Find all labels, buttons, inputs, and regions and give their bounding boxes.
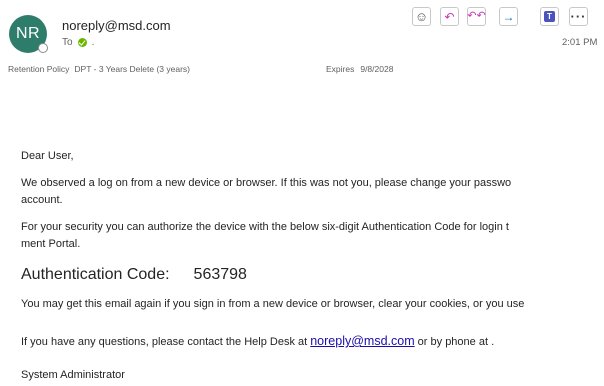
paragraph-2-line-1: For your security you can authorize the … (21, 221, 509, 233)
sender-address[interactable]: noreply@msd.com (62, 18, 171, 33)
more-icon: ··· (570, 9, 587, 24)
received-time: 2:01 PM (562, 37, 598, 48)
help-desk-email-link[interactable]: noreply@msd.com (310, 334, 414, 348)
to-recipient[interactable]: . (92, 37, 95, 48)
retention-label: Retention Policy (8, 64, 70, 74)
paragraph-2-line-2: ment Portal. (21, 238, 81, 250)
authentication-code: 563798 (193, 266, 247, 283)
paragraph-4-text: If you have any questions, please contac… (21, 336, 311, 348)
emoji-button[interactable]: ☺ (412, 7, 431, 26)
emoji-icon: ☺ (414, 9, 429, 24)
teams-button[interactable]: T (540, 7, 559, 26)
reply-all-button[interactable]: ↶↶ (467, 7, 486, 26)
code-label: Authentication Code: (21, 266, 170, 283)
more-actions-button[interactable]: ··· (569, 7, 588, 26)
forward-icon: → (502, 9, 515, 24)
signature: System Administrator (21, 369, 125, 381)
retention-value: DPT - 3 Years Delete (3 years) (74, 64, 191, 74)
reply-button[interactable]: ↶ (440, 7, 459, 26)
expires-label: Expires (326, 64, 355, 74)
authentication-code-line: Authentication Code: 563798 (21, 266, 247, 284)
retention-policy: Retention Policy DPT - 3 Years Delete (3 … (8, 64, 190, 74)
recipient-row: To . (62, 37, 94, 48)
greeting: Dear User, (21, 150, 74, 162)
forward-button[interactable]: → (499, 7, 518, 26)
reply-all-icon: ↶↶ (467, 10, 486, 22)
reply-icon: ↶ (444, 9, 455, 24)
expires-value: 9/8/2028 (360, 64, 394, 74)
paragraph-1-line-1: We observed a log on from a new device o… (21, 177, 512, 189)
teams-icon: T (544, 11, 555, 22)
paragraph-3: You may get this email again if you sign… (21, 298, 525, 310)
paragraph-1-line-2: account. (21, 194, 63, 206)
to-label: To (62, 37, 73, 48)
expiration-info: Expires 9/8/2028 (326, 64, 393, 74)
checkmark-icon (77, 38, 87, 47)
paragraph-4-tail: or by phone at . (414, 336, 495, 348)
presence-icon (38, 43, 48, 53)
paragraph-4: If you have any questions, please contac… (21, 334, 494, 348)
